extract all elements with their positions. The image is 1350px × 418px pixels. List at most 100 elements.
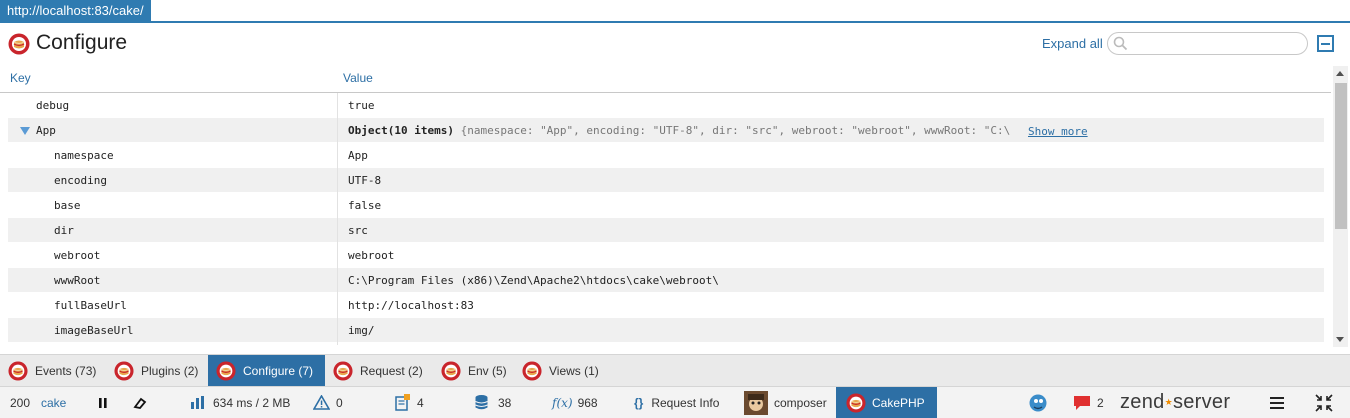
cakephp-icon xyxy=(846,393,866,413)
page-title: Configure xyxy=(36,31,128,54)
table-row[interactable]: fullBaseUrl http://localhost:83 xyxy=(8,293,1324,318)
column-header-key[interactable]: Key xyxy=(10,71,31,85)
composer-avatar-icon xyxy=(744,390,768,415)
warning-icon xyxy=(313,395,330,410)
zend-server-logo: zend ★ server xyxy=(1120,387,1230,418)
row-key: debug xyxy=(36,99,70,112)
panel-header: Configure Expand all xyxy=(0,25,1350,65)
table-row-app[interactable]: App Object(10 items) {namespace: "App", … xyxy=(8,118,1324,143)
show-more-link[interactable]: Show more xyxy=(1028,125,1088,138)
warnings-item[interactable]: 0 xyxy=(313,387,343,418)
status-code: 200 xyxy=(10,395,31,410)
cakephp-item[interactable]: CakePHP xyxy=(836,387,937,418)
request-info-item[interactable]: {} Request Info xyxy=(634,387,719,418)
table-row[interactable]: base false xyxy=(8,193,1324,218)
tab-label: Env (5) xyxy=(468,364,507,378)
messages-item[interactable]: 2 xyxy=(1073,387,1104,418)
table-row[interactable]: debug true xyxy=(8,93,1324,118)
row-key: webroot xyxy=(54,249,101,262)
table-row[interactable]: imageBaseUrl img/ xyxy=(8,318,1324,343)
config-table: debug true App Object(10 items) {namespa… xyxy=(8,93,1324,345)
url-tab[interactable]: http://localhost:83/cake/ xyxy=(0,0,151,21)
zend-bird-icon[interactable] xyxy=(1028,387,1054,418)
scroll-up-icon[interactable] xyxy=(1336,71,1344,76)
column-header-value[interactable]: Value xyxy=(343,71,373,85)
row-key: base xyxy=(54,199,81,212)
panel-tabs: Events (73) Plugins (2) Configure (7) Re… xyxy=(0,354,1350,387)
queries-item[interactable]: 38 xyxy=(474,387,511,418)
notes-icon xyxy=(395,394,410,411)
queries-count: 38 xyxy=(498,395,512,410)
cakephp-icon xyxy=(114,361,134,381)
notes-count: 4 xyxy=(417,395,424,410)
cakephp-icon xyxy=(441,361,461,381)
collapse-arrows-icon[interactable] xyxy=(1315,387,1339,418)
tab-env[interactable]: Env (5) xyxy=(433,355,514,387)
table-row[interactable]: namespace App xyxy=(8,143,1324,168)
row-key: fullBaseUrl xyxy=(54,299,127,312)
tab-plugins[interactable]: Plugins (2) xyxy=(106,355,208,387)
expand-all-link[interactable]: Expand all xyxy=(1042,36,1103,51)
composer-item[interactable]: composer xyxy=(744,387,827,418)
tab-events[interactable]: Events (73) xyxy=(0,355,106,387)
tab-label: Configure (7) xyxy=(243,364,314,378)
tab-label: Events (73) xyxy=(35,364,97,378)
url-bar: http://localhost:83/cake/ xyxy=(0,0,1350,23)
row-value: webroot xyxy=(348,249,395,262)
row-value: img/ xyxy=(348,324,375,337)
bar-chart-icon xyxy=(191,396,204,409)
tab-views[interactable]: Views (1) xyxy=(514,355,609,387)
scroll-thumb[interactable] xyxy=(1335,83,1347,229)
status-bar: 200 cake 634 ms / 2 MB 0 4 38 f(x) 968 {… xyxy=(0,386,1350,418)
row-value: UTF-8 xyxy=(348,174,382,187)
tab-label: Plugins (2) xyxy=(141,364,199,378)
row-key: dir xyxy=(54,224,74,237)
cakephp-icon xyxy=(522,361,542,381)
row-value: http://localhost:83 xyxy=(348,299,474,312)
row-value: C:\Program Files (x86)\Zend\Apache2\htdo… xyxy=(348,274,719,287)
menu-icon[interactable] xyxy=(1270,387,1290,418)
row-key: App xyxy=(36,124,56,137)
cakephp-logo-icon xyxy=(8,33,30,55)
column-divider xyxy=(337,93,338,345)
row-value: src xyxy=(348,224,368,237)
expanded-triangle-icon[interactable] xyxy=(20,127,30,135)
eraser-icon[interactable] xyxy=(133,387,153,418)
row-key: wwwRoot xyxy=(54,274,101,287)
row-value: false xyxy=(348,199,382,212)
row-value: App xyxy=(348,149,368,162)
row-key: namespace xyxy=(54,149,114,162)
function-icon: f(x) xyxy=(552,395,573,410)
chat-bubble-icon xyxy=(1074,395,1090,410)
cakephp-label: CakePHP xyxy=(872,395,925,410)
cakephp-icon xyxy=(8,361,28,381)
vertical-scrollbar[interactable] xyxy=(1333,66,1348,347)
functions-count: 968 xyxy=(577,395,598,410)
pause-icon[interactable] xyxy=(98,387,114,418)
time-memory: 634 ms / 2 MB xyxy=(213,395,291,410)
request-info-label: Request Info xyxy=(651,395,720,410)
tab-label: Request (2) xyxy=(360,364,423,378)
performance-item[interactable]: 634 ms / 2 MB xyxy=(190,387,290,418)
notes-item[interactable]: 4 xyxy=(394,387,424,418)
row-key: imageBaseUrl xyxy=(54,324,134,337)
row-key: encoding xyxy=(54,174,107,187)
braces-icon: {} xyxy=(634,395,644,410)
messages-count: 2 xyxy=(1097,395,1104,410)
table-row[interactable]: wwwRoot C:\Program Files (x86)\Zend\Apac… xyxy=(8,268,1324,293)
table-row[interactable]: dir src xyxy=(8,218,1324,243)
database-icon xyxy=(475,395,488,410)
minus-square-icon[interactable] xyxy=(1317,35,1334,52)
tab-configure[interactable]: Configure (7) xyxy=(208,355,325,387)
object-summary: {namespace: "App", encoding: "UTF-8", di… xyxy=(460,124,1011,137)
row-value: true xyxy=(348,99,375,112)
table-row[interactable]: encoding UTF-8 xyxy=(8,168,1324,193)
functions-item[interactable]: f(x) 968 xyxy=(552,387,598,418)
table-row[interactable]: webroot webroot xyxy=(8,243,1324,268)
app-link[interactable]: cake xyxy=(41,387,66,418)
object-type: Object(10 items) xyxy=(348,124,454,137)
scroll-down-icon[interactable] xyxy=(1336,337,1344,342)
search-icon xyxy=(1113,36,1128,51)
tab-request[interactable]: Request (2) xyxy=(325,355,433,387)
search-input[interactable] xyxy=(1107,32,1308,55)
